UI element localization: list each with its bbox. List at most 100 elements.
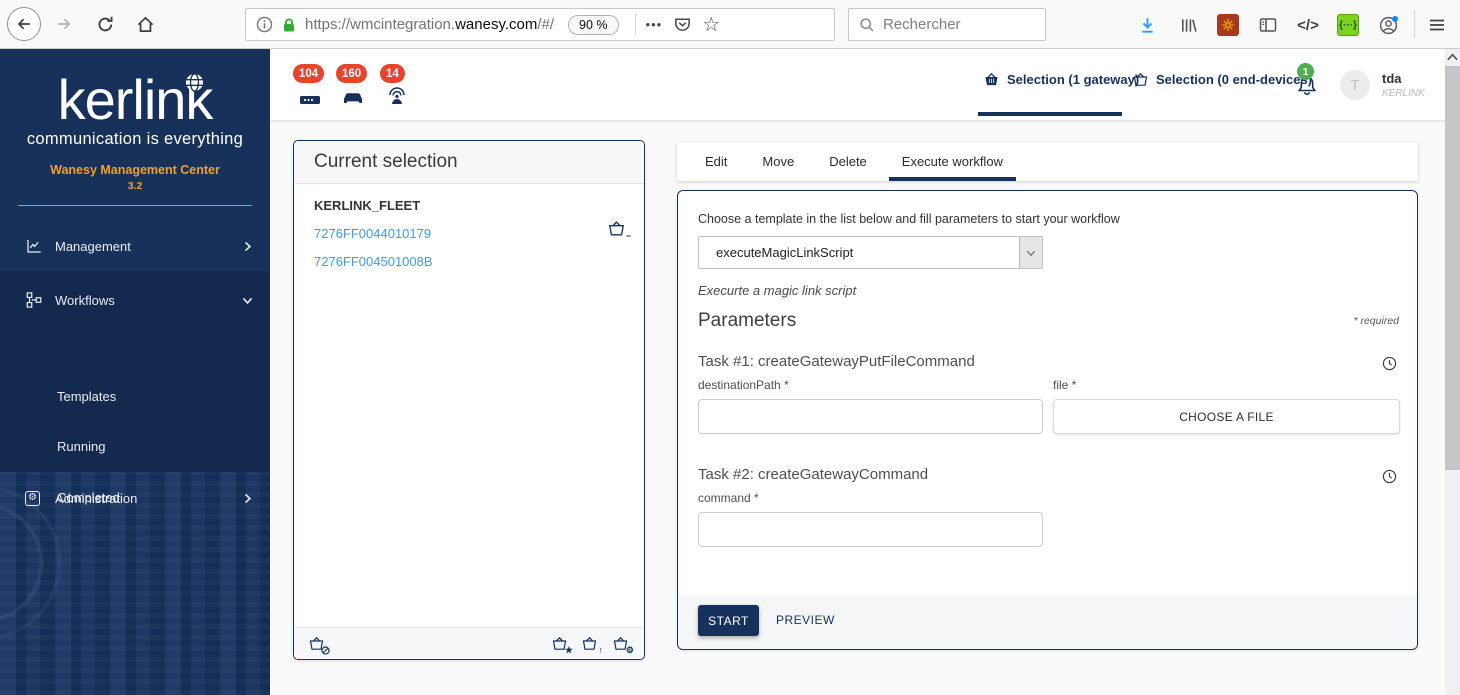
sidebar-item-administration[interactable]: ⚙ Administration	[0, 480, 270, 516]
user-meta[interactable]: tda KERLINK	[1382, 71, 1425, 99]
chart-icon	[25, 237, 43, 255]
gateway-count-badge[interactable]: 104	[293, 64, 331, 106]
page-info-icon[interactable]	[256, 16, 273, 33]
zoom-level-badge[interactable]: 90 %	[568, 14, 619, 35]
command-input[interactable]	[698, 512, 1043, 547]
user-name: tda	[1382, 71, 1402, 86]
template-selected-value: executeMagicLinkScript	[716, 245, 854, 260]
search-placeholder: Rechercher	[883, 16, 961, 33]
url-bar[interactable]: https://wmcintegration.wanesy.com/#/ 90 …	[245, 8, 835, 41]
search-bar[interactable]: Rechercher	[848, 8, 1046, 41]
badge-count: 104	[293, 64, 325, 83]
choose-file-button[interactable]: CHOOSE A FILE	[1053, 399, 1400, 434]
pocket-icon[interactable]	[673, 15, 692, 34]
template-description: Execurte a magic link script	[698, 283, 857, 298]
sidebar-item-label: Workflows	[55, 292, 115, 308]
tab-move[interactable]: Move	[749, 142, 807, 181]
sidebar-toggle-icon[interactable]	[1254, 11, 1282, 39]
form-footer: START PREVIEW	[678, 595, 1417, 649]
home-button[interactable]	[128, 7, 162, 41]
basket-filled-icon	[983, 71, 1000, 88]
admin-gear-icon: ⚙	[25, 490, 43, 506]
code-tools-icon[interactable]: </>	[1294, 11, 1322, 39]
vehicle-icon	[341, 86, 365, 106]
device-selection-label: Selection (0 end-devices)	[1156, 72, 1313, 87]
tab-execute-workflow[interactable]: Execute workflow	[888, 142, 1017, 181]
kerlink-logo: kerlink communication is everything Wane…	[0, 68, 270, 193]
command-label: command *	[698, 491, 759, 505]
logo-text: kerlink	[57, 68, 214, 131]
task2-title: Task #2: createGatewayCommand	[698, 466, 929, 483]
load-selection-icon[interactable]: ↑	[581, 635, 603, 655]
user-organization: KERLINK	[1382, 88, 1425, 99]
clear-selection-icon[interactable]	[308, 635, 330, 655]
bookmark-star-icon[interactable]: ☆	[702, 15, 720, 35]
tab-delete[interactable]: Delete	[816, 142, 880, 181]
scroll-up-icon[interactable]	[1445, 49, 1460, 65]
forward-button[interactable]	[47, 7, 81, 41]
search-icon	[859, 17, 875, 33]
destination-path-input[interactable]	[698, 399, 1043, 434]
sidebar-item-label: Administration	[55, 490, 138, 506]
start-button[interactable]: START	[698, 605, 759, 636]
preview-button[interactable]: PREVIEW	[776, 613, 835, 627]
form-instruction: Choose a template in the list below and …	[698, 212, 1120, 226]
selection-panel-footer: ★ ↑ ⚙	[294, 627, 644, 659]
gateway-link[interactable]: 7276FF0044010179	[314, 226, 431, 241]
sidebar-item-templates[interactable]: Templates	[57, 389, 116, 404]
downloads-icon[interactable]	[1133, 11, 1161, 39]
app-header: 104 160 14 Selection (1 gateway) Selecti…	[270, 49, 1445, 121]
app-version: 3.2	[127, 180, 143, 192]
sidebar-item-workflows[interactable]: Workflows	[0, 282, 270, 318]
required-note: * required	[1353, 315, 1399, 327]
destination-path-label: destinationPath *	[698, 378, 789, 392]
page-actions-icon[interactable]: •••	[646, 17, 663, 32]
app-name: Wanesy Management Center	[50, 163, 220, 177]
extension-gear-icon[interactable]	[1214, 11, 1242, 39]
workflows-section: Workflows Templates Running Completed	[0, 271, 270, 505]
gateway-icon	[298, 86, 322, 106]
template-select[interactable]: executeMagicLinkScript	[698, 236, 1043, 269]
parameters-title: Parameters	[698, 310, 797, 331]
action-tabbar: Edit Move Delete Execute workflow	[677, 142, 1418, 181]
ssl-lock-icon[interactable]	[281, 17, 297, 33]
badge-count: 160	[336, 64, 368, 83]
gateway-link[interactable]: 7276FF004501008B	[314, 254, 433, 269]
chevron-down-icon	[241, 294, 254, 307]
save-selection-icon[interactable]: ★	[551, 635, 573, 655]
vehicle-count-badge[interactable]: 160	[336, 64, 374, 106]
active-selection-underline	[978, 112, 1122, 116]
fleet-name: KERLINK_FLEET	[314, 198, 421, 213]
remove-from-selection-icon[interactable]: −	[607, 219, 631, 241]
notification-count-badge: 1	[1297, 63, 1314, 80]
logo-tagline: communication is everything	[26, 130, 244, 148]
globe-icon	[185, 73, 204, 92]
notifications-button[interactable]: 1	[1294, 63, 1320, 99]
antenna-icon	[385, 84, 409, 106]
browser-toolbar: https://wmcintegration.wanesy.com/#/ 90 …	[0, 0, 1460, 49]
device-selection-tab[interactable]: Selection (0 end-devices)	[1132, 71, 1312, 88]
chevron-right-icon	[241, 240, 254, 253]
select-chevron-down-icon	[1019, 237, 1042, 268]
selection-settings-icon[interactable]: ⚙	[612, 635, 634, 655]
tab-edit[interactable]: Edit	[692, 142, 740, 181]
gateway-selection-label: Selection (1 gateway)	[1007, 72, 1140, 87]
url-text: https://wmcintegration.wanesy.com/#/	[305, 16, 555, 33]
reload-button[interactable]	[88, 7, 122, 41]
antenna-count-badge[interactable]: 14	[380, 64, 418, 106]
sidebar-item-management[interactable]: Management	[0, 228, 270, 264]
gateway-selection-tab[interactable]: Selection (1 gateway)	[983, 71, 1139, 88]
current-selection-panel: Current selection KERLINK_FLEET 7276FF00…	[293, 140, 645, 660]
scrollbar-thumb[interactable]	[1445, 66, 1460, 470]
sidebar: kerlink communication is everything Wane…	[0, 49, 270, 695]
menu-hamburger-icon[interactable]	[1423, 11, 1451, 39]
page-scrollbar[interactable]	[1445, 49, 1460, 695]
sidebar-item-running[interactable]: Running	[57, 439, 105, 454]
task2-schedule-clock-icon[interactable]	[1381, 468, 1398, 485]
back-button[interactable]	[7, 7, 41, 41]
extension-braces-icon[interactable]: {···}	[1334, 11, 1362, 39]
library-icon[interactable]	[1174, 11, 1202, 39]
task1-schedule-clock-icon[interactable]	[1381, 355, 1398, 372]
avatar[interactable]: T	[1340, 70, 1370, 100]
account-icon[interactable]	[1374, 11, 1402, 39]
